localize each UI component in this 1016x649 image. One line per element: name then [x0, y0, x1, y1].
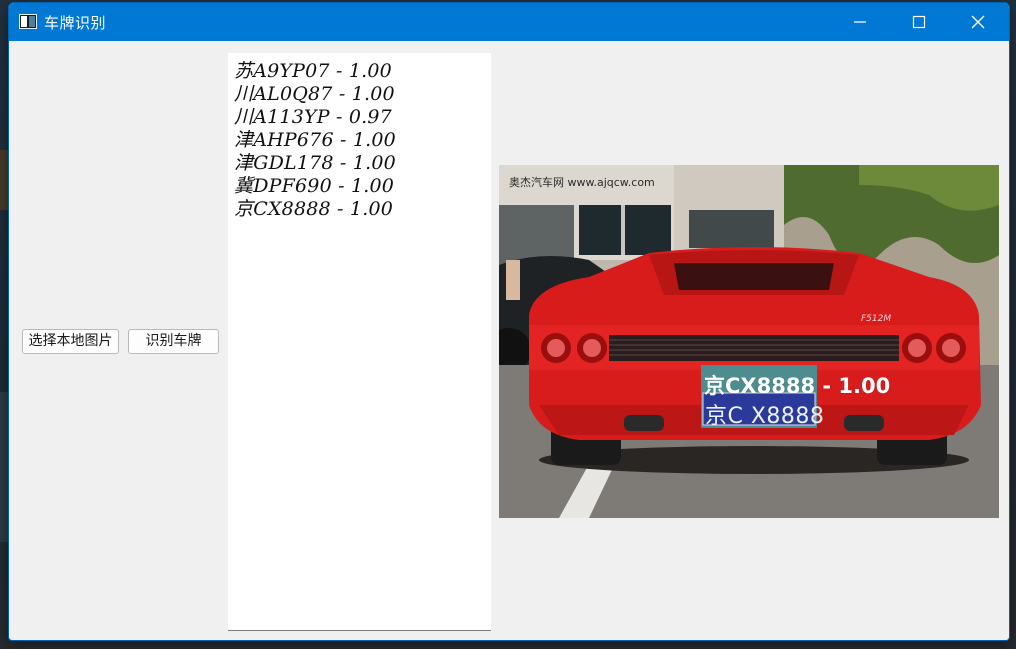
app-window: 车牌识别 选择本地图片 识别车牌 苏A9YP07 - 1.00 川AL0Q87 … [8, 2, 1010, 641]
car-image-preview: F512M 奥杰汽车网 www.ajqcw.com 京CX8888 - 1.00… [499, 165, 999, 518]
license-plate: 京C X8888 [705, 404, 825, 429]
minimize-button[interactable] [831, 3, 889, 41]
title-bar[interactable]: 车牌识别 [9, 3, 1009, 41]
main-content: 选择本地图片 识别车牌 苏A9YP07 - 1.00 川AL0Q87 - 1.0… [9, 41, 1009, 640]
recognize-plate-button[interactable]: 识别车牌 [128, 329, 219, 354]
list-item[interactable]: 京CX8888 - 1.00 [234, 194, 393, 221]
car-model-badge: F512M [861, 314, 891, 324]
desktop-background [0, 150, 8, 210]
window-title: 车牌识别 [44, 14, 107, 32]
results-list[interactable]: 苏A9YP07 - 1.00 川AL0Q87 - 1.00 川A113YP - … [228, 53, 491, 631]
close-button[interactable] [949, 3, 1007, 41]
select-local-image-button[interactable]: 选择本地图片 [22, 329, 119, 354]
car-photo: F512M [499, 165, 999, 518]
detection-label: 京CX8888 - 1.00 [704, 374, 891, 398]
maximize-icon [912, 15, 926, 29]
app-icon [19, 14, 37, 29]
image-watermark: 奥杰汽车网 www.ajqcw.com [509, 176, 655, 189]
desktop-background [0, 392, 8, 542]
minimize-icon [854, 21, 866, 23]
close-icon [971, 15, 985, 29]
maximize-button[interactable] [890, 3, 948, 41]
